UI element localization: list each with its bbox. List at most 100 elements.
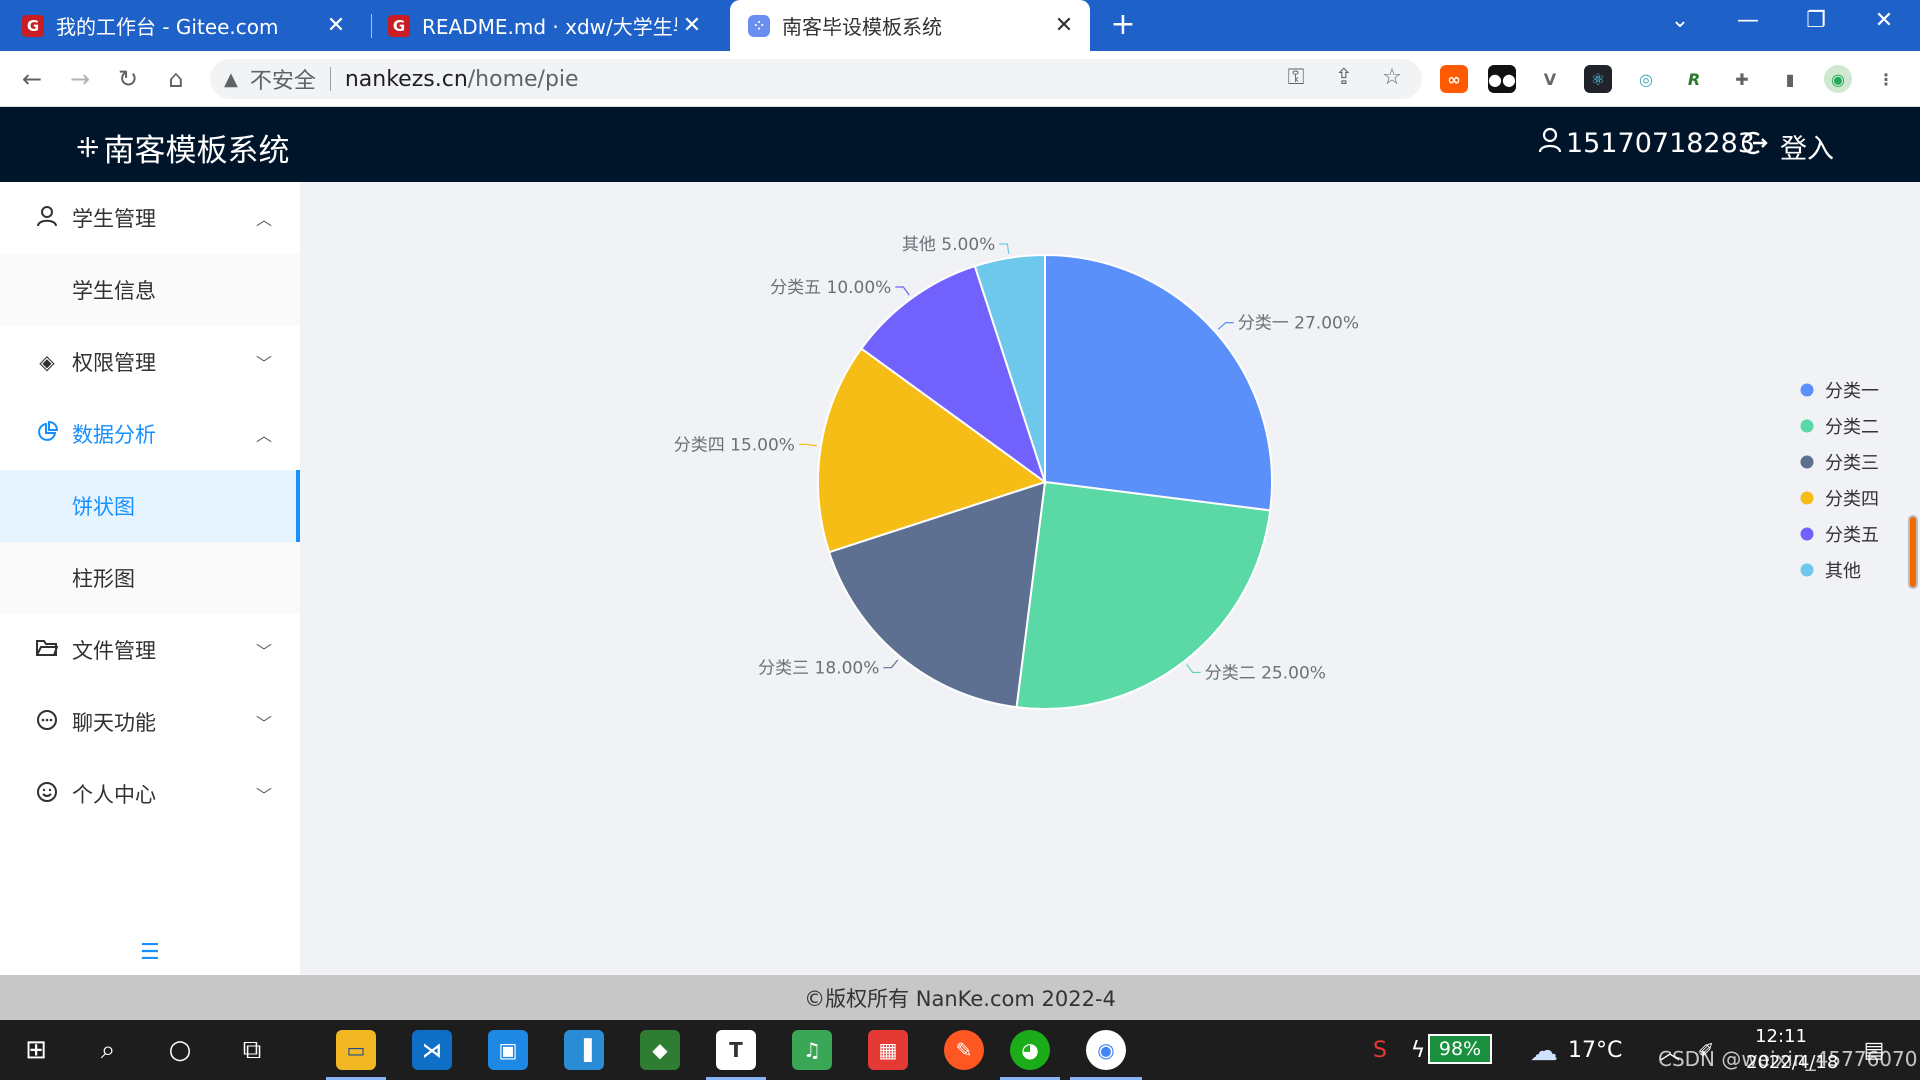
search-icon[interactable]: ⌕ <box>88 1030 128 1070</box>
share-icon[interactable]: ⇪ <box>1330 65 1358 90</box>
forward-icon[interactable]: → <box>64 63 96 95</box>
submenu-student-info[interactable]: 学生信息 <box>0 254 300 326</box>
label-leader-line <box>1186 664 1201 674</box>
legend-item[interactable]: 分类三 <box>1800 453 1880 474</box>
login-button[interactable]: 登入 <box>1741 127 1834 166</box>
extension-r-icon[interactable]: R <box>1680 65 1708 93</box>
submenu-label: 学生信息 <box>72 279 156 303</box>
reload-icon[interactable]: ↻ <box>112 63 144 95</box>
close-window-icon[interactable]: ✕ <box>1864 8 1904 33</box>
music-app-icon[interactable]: ♫ <box>792 1030 832 1070</box>
legend-item[interactable]: 分类二 <box>1800 417 1880 438</box>
legend-marker <box>1800 419 1814 433</box>
profile-avatar[interactable]: ◉ <box>1824 65 1852 93</box>
legend-item[interactable]: 分类四 <box>1800 489 1880 510</box>
cortana-icon[interactable]: ○ <box>160 1030 200 1070</box>
folder-icon <box>34 638 60 662</box>
side-panel-icon[interactable]: ▮ <box>1776 65 1804 93</box>
copyright-text: ©版权所有 NanKe.com 2022-4 <box>804 986 1116 1011</box>
pie-slice-1[interactable] <box>1044 253 1273 512</box>
legend-label: 分类五 <box>1825 525 1879 546</box>
restore-icon[interactable]: ❐ <box>1796 8 1836 33</box>
extensions-puzzle-icon[interactable]: ✚ <box>1728 65 1756 93</box>
scrollbar-thumb[interactable] <box>1908 515 1918 589</box>
menu-personal-center[interactable]: 个人中心 ﹀ <box>0 758 300 830</box>
browser-tab-active[interactable]: ⁘ 南客毕设模板系统 ✕ <box>730 0 1090 51</box>
legend-item[interactable]: 分类一 <box>1800 381 1880 402</box>
permission-icon: ◈ <box>39 350 55 374</box>
close-tab-icon[interactable]: ✕ <box>680 13 704 38</box>
chevron-up-icon: ︿ <box>256 210 273 229</box>
legend-label: 分类三 <box>1825 453 1879 474</box>
chat-icon <box>34 709 60 736</box>
browser-tab-gitee-workbench[interactable]: G 我的工作台 - Gitee.com ✕ <box>22 0 362 51</box>
postman-icon[interactable]: ✎ <box>944 1030 984 1070</box>
collapse-sidebar-icon[interactable]: ☰ <box>140 940 160 965</box>
chevron-down-icon: ﹀ <box>256 786 273 805</box>
chrome-icon[interactable]: ◉ <box>1086 1030 1126 1070</box>
tab-title: 我的工作台 - Gitee.com <box>56 15 279 39</box>
file-explorer-icon[interactable]: ▭ <box>336 1030 376 1070</box>
tab-search-icon[interactable]: ⌄ <box>1660 8 1700 33</box>
vscode-icon[interactable]: ⋊ <box>412 1030 452 1070</box>
sogou-input-icon[interactable]: S <box>1360 1030 1400 1070</box>
address-bar[interactable]: ▲ 不安全 nankezs.cn /home/pie ⚿ ⇪ ☆ <box>210 59 1422 99</box>
slack-logo-icon: ⁜ <box>76 131 100 164</box>
legend-item[interactable]: 分类五 <box>1800 525 1880 546</box>
brand-title: 南客模板系统 <box>103 133 290 169</box>
extension-react-icon[interactable]: ⚛ <box>1584 65 1612 93</box>
brand[interactable]: ⁜ 南客模板系统 <box>76 125 289 170</box>
menu-file-management[interactable]: 文件管理 ﹀ <box>0 614 300 686</box>
new-tab-button[interactable]: + <box>1108 10 1138 40</box>
menu-chat[interactable]: 聊天功能 ﹀ <box>0 686 300 758</box>
menu-label: 文件管理 <box>72 639 156 663</box>
extension-target-icon[interactable]: ◎ <box>1632 65 1660 93</box>
menu-data-analysis[interactable]: 数据分析 ︿ <box>0 398 300 470</box>
gitee-icon: G <box>388 14 410 37</box>
submenu-pie-chart[interactable]: 饼状图 <box>0 470 300 542</box>
browser-tab-readme[interactable]: G README.md · xdw/大学生毕设 ✕ <box>388 0 718 51</box>
key-icon[interactable]: ⚿ <box>1282 65 1310 90</box>
back-icon[interactable]: ← <box>16 63 48 95</box>
windows-store-icon[interactable]: ▦ <box>868 1030 908 1070</box>
bookmark-star-icon[interactable]: ☆ <box>1378 65 1406 90</box>
extension-infinity-icon[interactable]: ∞ <box>1440 65 1468 93</box>
sidebar-menu: 学生管理 ︿ 学生信息 ◈ 权限管理 ﹀ 数据分析 ︿ 饼状图 柱形图 文件管理… <box>0 182 300 975</box>
menu-permission-management[interactable]: ◈ 权限管理 ﹀ <box>0 326 300 398</box>
menu-student-management[interactable]: 学生管理 ︿ <box>0 182 300 254</box>
layers-app-icon[interactable]: ◆ <box>640 1030 680 1070</box>
tab-divider <box>371 14 372 38</box>
warning-icon: ▲ <box>224 68 238 90</box>
typora-icon[interactable]: T <box>716 1030 756 1070</box>
legend-item[interactable]: 其他 <box>1800 561 1862 582</box>
battery-indicator[interactable]: 98% <box>1428 1034 1492 1064</box>
pie-chart-icon <box>34 420 60 448</box>
weather-widget[interactable]: ☁ 17°C <box>1530 1034 1622 1067</box>
browser-tab-strip: G 我的工作台 - Gitee.com ✕ G README.md · xdw/… <box>0 0 1920 51</box>
task-view-icon[interactable]: ⧉ <box>232 1030 272 1070</box>
browser-menu-icon[interactable]: ⋮ <box>1872 65 1900 93</box>
extension-tampermonkey-icon[interactable]: ●● <box>1488 65 1516 93</box>
windows-start-icon[interactable]: ⊞ <box>16 1030 56 1070</box>
pie-data-label: 分类五 10.00% <box>770 278 891 298</box>
photo-app-icon[interactable]: ▣ <box>488 1030 528 1070</box>
close-tab-icon[interactable]: ✕ <box>1052 13 1076 38</box>
menu-label: 学生管理 <box>72 207 156 231</box>
user-account[interactable]: 15170718283 <box>1538 127 1755 160</box>
label-leader-line <box>1217 322 1234 330</box>
wechat-icon[interactable]: ◕ <box>1010 1030 1050 1070</box>
minimize-icon[interactable]: — <box>1728 8 1768 33</box>
notes-app-icon[interactable]: ▐ <box>564 1030 604 1070</box>
extension-vue-icon[interactable]: V <box>1536 65 1564 93</box>
submenu-bar-chart[interactable]: 柱形图 <box>0 542 300 614</box>
security-label: 不安全 <box>249 69 316 94</box>
smile-icon <box>34 781 60 808</box>
user-icon <box>34 205 60 232</box>
close-tab-icon[interactable]: ✕ <box>324 13 348 38</box>
home-icon[interactable]: ⌂ <box>160 63 192 95</box>
app-icon: ⁘ <box>748 14 770 37</box>
url-path: /home/pie <box>467 66 579 92</box>
app-header: ⁜ 南客模板系统 15170718283 登入 <box>0 107 1920 182</box>
legend-marker <box>1800 455 1814 469</box>
legend-label: 分类四 <box>1825 489 1879 510</box>
